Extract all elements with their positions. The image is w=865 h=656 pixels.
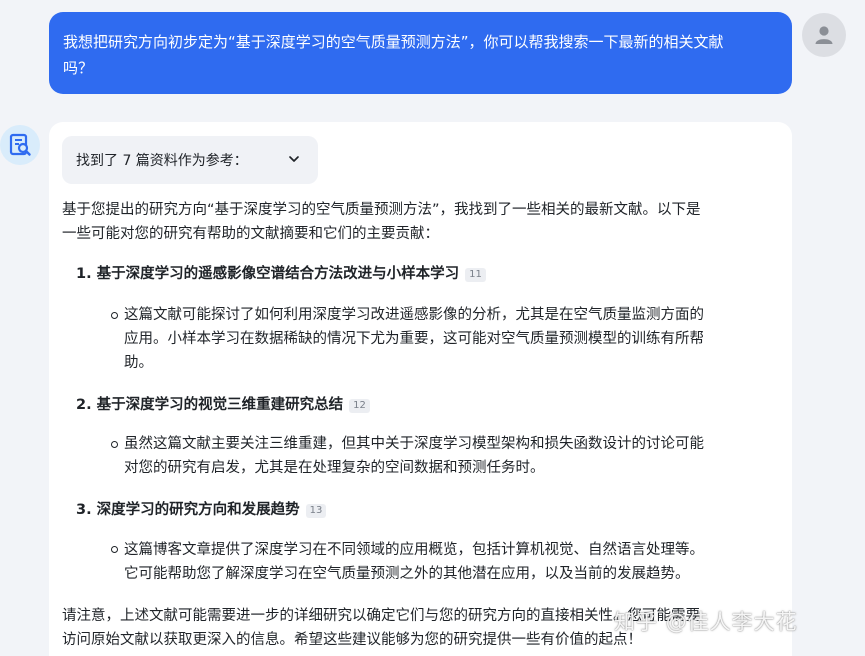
reference-summary-line: 虽然这篇文献主要关注三维重建，但其中关于深度学习模型架构和损失函数设计的讨论可能 [124,436,704,452]
assistant-answer-card: 找到了 7 篇资料作为参考： 基于您提出的研究方向“基于深度学习的空气质量预测方… [49,122,792,656]
user-avatar-icon[interactable] [802,13,846,57]
citation-badge[interactable]: 12 [349,399,370,413]
bullet-marker [111,312,118,319]
citation-badge[interactable]: 11 [465,268,486,282]
reference-item-title: 2. 基于深度学习的视觉三维重建研究总结 12 [76,393,370,417]
reference-summary-line: 它可能帮助您了解深度学习在空气质量预测之外的其他潜在应用，以及当前的发展趋势。 [124,566,690,582]
reference-title-text: 2. 基于深度学习的视觉三维重建研究总结 [76,397,344,413]
reference-summary-line: 这篇文献可能探讨了如何利用深度学习改进遥感影像的分析，尤其是在空气质量监测方面的 [124,307,704,323]
user-message-line-1: 我想把研究方向初步定为“基于深度学习的空气质量预测方法”，你可以帮我搜索一下最新… [63,33,724,51]
reference-summary-line: 对您的研究有启发，尤其是在处理复杂的空间数据和预测任务时。 [124,460,545,476]
references-label: 找到了 7 篇资料作为参考： [76,153,248,169]
reference-summary-line: 这篇博客文章提供了深度学习在不同领域的应用概览，包括计算机视觉、自然语言处理等。 [124,542,704,558]
intro-line-1: 基于您提出的研究方向“基于深度学习的空气质量预测方法”，我找到了一些相关的最新文… [62,202,701,218]
closing-line-1: 请注意，上述文献可能需要进一步的详细研究以确定它们与您的研究方向的直接相关性。您… [62,608,700,624]
references-toggle-button[interactable]: 找到了 7 篇资料作为参考： [62,136,318,184]
reference-summary-line: 应用。小样本学习在数据稀缺的情况下尤为重要，这可能对空气质量预测模型的训练有所帮 [124,331,704,347]
closing-line-2: 访问原始文献以获取更深入的信息。希望这些建议能够为您的研究提供一些有价值的起点！ [62,632,642,648]
user-message-bubble: 我想把研究方向初步定为“基于深度学习的空气质量预测方法”，你可以帮我搜索一下最新… [49,12,792,94]
reference-item-title: 3. 深度学习的研究方向和发展趋势 13 [76,498,327,522]
user-message-line-2: 吗？ [63,59,94,77]
bullet-marker [111,441,118,448]
chat-page: 我想把研究方向初步定为“基于深度学习的空气质量预测方法”，你可以帮我搜索一下最新… [0,0,865,656]
chevron-down-icon[interactable] [288,153,300,169]
document-search-icon [0,125,40,165]
intro-line-2: 一些可能对您的研究有帮助的文献摘要和它们的主要贡献： [62,226,439,242]
reference-title-text: 3. 深度学习的研究方向和发展趋势 [76,502,300,518]
reference-title-text: 1. 基于深度学习的遥感影像空谱结合方法改进与小样本学习 [76,266,460,282]
reference-item-title: 1. 基于深度学习的遥感影像空谱结合方法改进与小样本学习 11 [76,262,486,286]
citation-badge[interactable]: 13 [305,504,327,518]
bullet-marker [111,546,118,553]
reference-summary-line: 助。 [124,355,153,371]
watermark-text: 知乎 @佳人李大花 [614,610,798,634]
